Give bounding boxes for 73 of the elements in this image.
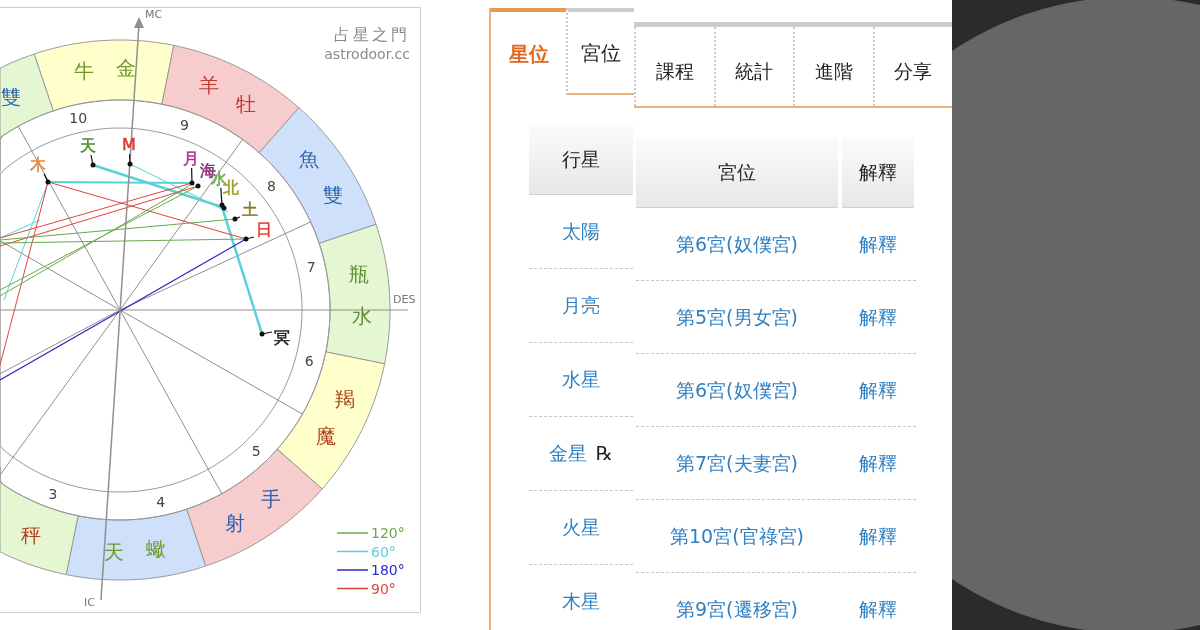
axis-label: IC <box>84 596 95 609</box>
axis-label: DES <box>393 293 416 306</box>
zodiac-sign-glyph: 羊 <box>198 72 219 97</box>
retrograde-mark: ℞ <box>595 441 613 467</box>
zodiac-sign-glyph: 魔 <box>316 424 337 449</box>
house-link[interactable]: 第6宮(奴僕宮) <box>676 229 798 259</box>
planet-marker <box>127 153 133 167</box>
planet-glyph: 土 <box>242 200 258 219</box>
house-link[interactable]: 第7宮(夫妻宮) <box>676 448 798 478</box>
planet-link[interactable]: 木星 <box>562 587 600 616</box>
zodiac-sign-glyph: 魚 <box>299 147 320 172</box>
house-number: 9 <box>180 116 189 133</box>
planet-glyph: 木 <box>30 155 46 174</box>
column-header: 行星 <box>529 125 633 195</box>
planet-glyph: 冥 <box>274 328 290 347</box>
house-number: 3 <box>48 486 58 503</box>
explain-link[interactable]: 解釋 <box>859 229 897 259</box>
house-link[interactable]: 第10宮(官祿宮) <box>670 521 804 551</box>
zodiac-sign-glyph: 秤 <box>21 523 42 548</box>
brand-title: 占星之門 <box>334 25 410 44</box>
planet-marker <box>259 331 273 337</box>
axis-label: MC <box>145 8 163 21</box>
explain-link[interactable]: 解釋 <box>859 375 897 405</box>
zodiac-sign-glyph: 牛 <box>74 58 95 83</box>
legend-line <box>336 569 369 571</box>
explain-link[interactable]: 解釋 <box>859 521 897 551</box>
house-link[interactable]: 第9宮(遷移宮) <box>676 594 798 624</box>
zodiac-sign-glyph: 水 <box>351 304 372 329</box>
zodiac-sign-glyph: 蠍 <box>145 537 166 562</box>
zodiac-sign-glyph: 手 <box>260 487 281 512</box>
explain-link[interactable]: 解釋 <box>859 594 897 624</box>
legend-line <box>336 550 369 553</box>
planet-glyph: 月 <box>183 149 199 168</box>
house-link[interactable]: 第5宮(男女宮) <box>676 302 798 332</box>
zodiac-sign-glyph: 牡 <box>236 91 257 116</box>
legend-label: 90° <box>371 580 396 597</box>
zodiac-sign-glyph: 羯 <box>335 386 356 411</box>
planet-marker <box>232 216 241 222</box>
explain-link[interactable]: 解釋 <box>859 448 897 478</box>
zodiac-sign-glyph: 金 <box>116 56 137 81</box>
planet-glyph: M <box>122 135 136 154</box>
house-number: 7 <box>306 259 316 276</box>
planet-link[interactable]: 金星 <box>549 439 588 468</box>
planet-marker <box>90 154 96 168</box>
house-number: 4 <box>156 493 166 510</box>
zodiac-sign-glyph: 瓶 <box>349 262 370 287</box>
zodiac-sign-glyph: 天 <box>103 539 124 564</box>
brand-site: astrodoor.cc <box>324 46 410 62</box>
legend-line <box>336 587 369 590</box>
column-header: 解釋 <box>842 138 914 208</box>
house-number: 6 <box>304 352 314 369</box>
planet-link[interactable]: 月亮 <box>562 291 600 320</box>
house-number: 5 <box>251 443 261 459</box>
planet-link[interactable]: 水星 <box>562 365 600 394</box>
planet-marker <box>243 236 255 242</box>
house-number: 8 <box>267 177 276 194</box>
explain-link[interactable]: 解釋 <box>859 302 897 332</box>
planet-glyph: 天 <box>80 136 96 155</box>
legend-line <box>336 532 369 534</box>
legend-label: 180° <box>371 562 405 578</box>
zodiac-sign-glyph: 射 <box>225 510 246 535</box>
legend-label: 60° <box>371 543 396 560</box>
tab[interactable]: 宮位 <box>566 8 634 95</box>
planet-glyph: 日 <box>256 220 272 239</box>
planet-marker <box>43 173 51 185</box>
column-header: 宮位 <box>636 138 838 208</box>
planet-link[interactable]: 太陽 <box>562 217 600 246</box>
legend-label: 120° <box>371 525 405 541</box>
house-number: 10 <box>69 110 88 127</box>
zodiac-sign-glyph: 雙 <box>1 85 21 110</box>
house-link[interactable]: 第6宮(奴僕宮) <box>676 375 798 405</box>
zodiac-sign-glyph: 雙 <box>322 182 343 207</box>
planet-link[interactable]: 火星 <box>562 513 600 542</box>
